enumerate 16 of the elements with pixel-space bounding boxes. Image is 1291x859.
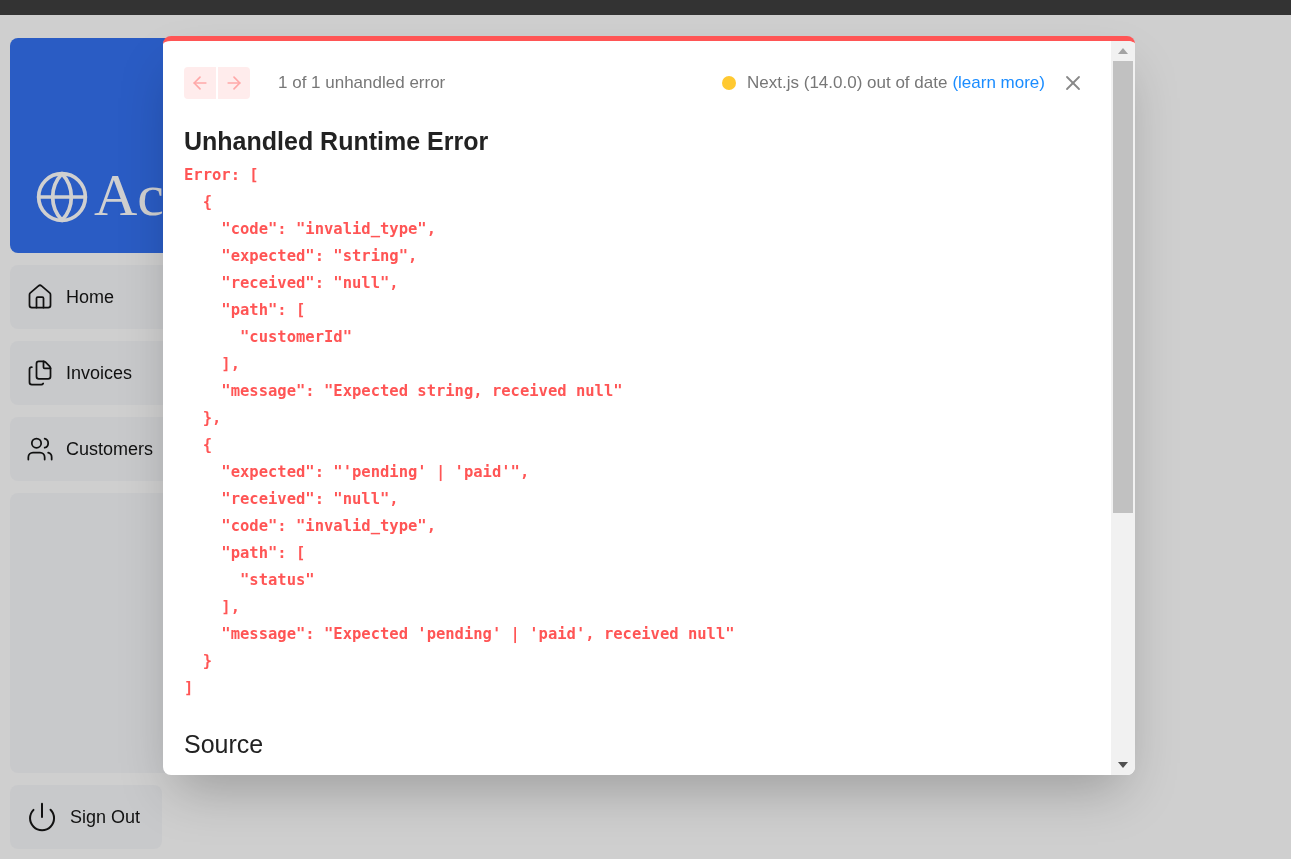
house-icon <box>26 283 54 311</box>
logo-text: Ac <box>94 165 164 225</box>
error-count: 1 of 1 unhandled error <box>278 72 446 95</box>
error-title: Unhandled Runtime Error <box>184 126 490 157</box>
documents-icon <box>26 359 54 387</box>
sign-out-button[interactable]: Sign Out <box>10 785 162 849</box>
section-heading: Source <box>184 729 265 760</box>
version-status: Next.js (14.0.0) out of date <box>747 72 948 95</box>
scroll-down-icon[interactable] <box>1118 762 1128 768</box>
previous-button[interactable] <box>184 67 216 99</box>
globe-icon <box>34 169 90 225</box>
scrollbar[interactable] <box>1111 41 1135 775</box>
power-icon <box>26 801 58 833</box>
next-button[interactable] <box>218 67 250 99</box>
scroll-up-icon[interactable] <box>1118 48 1128 54</box>
people-icon <box>26 435 54 463</box>
